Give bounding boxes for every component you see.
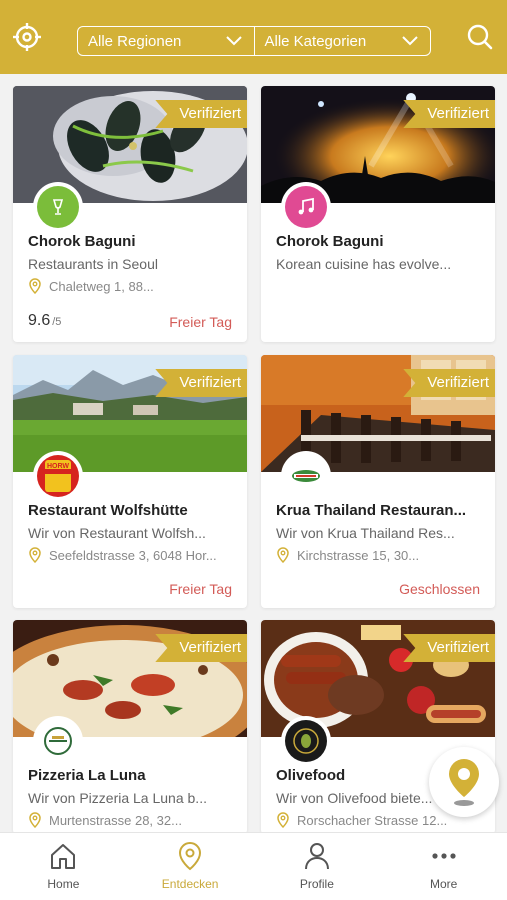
music-note-logo (285, 186, 327, 228)
location-pin-icon (29, 278, 41, 294)
verified-badge: Verifiziert (155, 634, 247, 662)
restaurant-card[interactable]: Verifiziert Chorok Baguni Restaurants in… (13, 86, 247, 342)
nav-profile-label: Profile (299, 877, 334, 891)
restaurant-description: Wir von Restaurant Wolfsh... (28, 525, 206, 541)
nav-discover[interactable]: Entdecken (127, 833, 254, 900)
opening-status: Freier Tag (169, 581, 232, 597)
restaurant-name: Krua Thailand Restauran... (276, 502, 467, 519)
restaurant-card[interactable]: Verifiziert Chorok Baguni Korean cuisine… (261, 86, 495, 342)
restaurant-address: Seefeldstrasse 3, 6048 Hor... (28, 547, 228, 563)
restaurant-logo (281, 182, 331, 232)
restaurant-card[interactable]: Verifiziert Krua Thailand Restauran... W… (261, 355, 495, 608)
restaurant-card[interactable]: Verifiziert Pizzeria La Luna Wir von Piz… (13, 620, 247, 834)
category-filter-dropdown[interactable]: Alle Kategorien (253, 27, 431, 55)
restaurant-logo (281, 451, 331, 501)
rating-max: /5 (52, 316, 62, 328)
category-filter-label: Alle Kategorien (264, 32, 367, 50)
verified-badge: Verifiziert (403, 369, 495, 397)
top-bar: Alle Regionen Alle Kategorien (0, 0, 507, 74)
svg-text:HORW: HORW (47, 463, 69, 470)
nav-home[interactable]: Home (0, 833, 127, 900)
nav-profile[interactable]: Profile (254, 833, 381, 900)
opening-status: Freier Tag (169, 314, 232, 330)
restaurant-card[interactable]: Verifiziert HORW Restaurant Wolfshütte W… (13, 355, 247, 608)
map-view-button[interactable] (429, 747, 499, 817)
rating-value: 9.6 (28, 312, 51, 329)
restaurant-logo (33, 182, 83, 232)
address-text: Chaletweg 1, 88... (49, 278, 154, 294)
olivefood-logo (285, 720, 327, 762)
app: Alle Regionen Alle Kategorien Verifizier… (0, 0, 507, 900)
restaurant-logo (281, 716, 331, 766)
address-text: Kirchstrasse 15, 30... (297, 547, 420, 563)
krua-thailand-logo (285, 455, 327, 497)
address-text: Seefeldstrasse 3, 6048 Hor... (49, 547, 217, 563)
address-text: Murtenstrasse 28, 32... (49, 812, 182, 828)
chevron-down-icon (402, 36, 418, 46)
restaurant-address: Murtenstrasse 28, 32... (28, 812, 228, 828)
region-filter-label: Alle Regionen (88, 32, 182, 50)
verified-badge: Verifiziert (403, 634, 495, 662)
opening-status: Geschlossen (399, 581, 480, 597)
chevron-down-icon (225, 36, 242, 46)
verified-badge: Verifiziert (155, 100, 247, 128)
user-icon (304, 843, 329, 870)
search-icon[interactable] (465, 22, 495, 52)
bottom-navigation: Home Entdecken Profile More (0, 832, 507, 900)
verified-badge: Verifiziert (155, 369, 247, 397)
location-pin-icon (179, 841, 202, 871)
restaurant-description: Wir von Pizzeria La Luna b... (28, 790, 207, 806)
restaurant-name: Chorok Baguni (28, 233, 136, 250)
pizzeria-logo (37, 720, 79, 762)
filter-bar: Alle Regionen Alle Kategorien (77, 26, 431, 56)
region-filter-dropdown[interactable]: Alle Regionen (78, 27, 254, 55)
restaurant-logo: HORW (33, 451, 83, 501)
restaurant-name: Chorok Baguni (276, 233, 384, 250)
restaurant-address: Rorschacher Strasse 12... (276, 812, 476, 828)
nav-home-label: Home (47, 877, 80, 891)
verified-badge: Verifiziert (403, 100, 495, 128)
location-pin-icon (277, 812, 289, 828)
restaurant-name: Pizzeria La Luna (28, 767, 146, 784)
rating: 9.6/5 (28, 312, 61, 330)
restaurant-name: Restaurant Wolfshütte (28, 502, 188, 519)
restaurant-description: Restaurants in Seoul (28, 256, 158, 272)
location-pin-icon (29, 812, 41, 828)
wine-glass-logo (37, 186, 79, 228)
nav-more-label: More (429, 877, 458, 891)
horw-logo: HORW (37, 455, 79, 497)
home-icon (51, 844, 76, 869)
nav-more[interactable]: More (380, 833, 507, 900)
restaurant-description: Korean cuisine has evolve... (276, 256, 452, 272)
map-pin-icon (449, 759, 479, 806)
location-pin-icon (277, 547, 289, 563)
address-text: Rorschacher Strasse 12... (297, 812, 448, 828)
more-dots-icon (432, 853, 456, 859)
restaurant-address: Chaletweg 1, 88... (28, 278, 228, 294)
restaurant-logo (33, 716, 83, 766)
nav-discover-label: Entdecken (161, 877, 219, 891)
crosshair-icon[interactable] (12, 22, 42, 52)
restaurant-address: Kirchstrasse 15, 30... (276, 547, 476, 563)
restaurant-description: Wir von Krua Thailand Res... (276, 525, 455, 541)
location-pin-icon (29, 547, 41, 563)
